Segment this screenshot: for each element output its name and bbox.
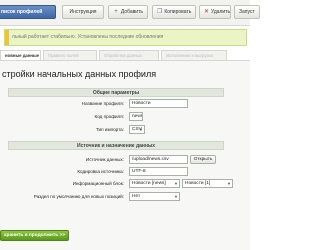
section-source-header: Источник и назначение данных: [8, 141, 224, 150]
tab-main-data[interactable]: новные данные: [0, 50, 41, 60]
infoblock-type-select[interactable]: Новости [news] ▼: [129, 179, 180, 188]
import-type-label: Тип импорта:: [95, 127, 124, 132]
import-type-select[interactable]: CSV ▼: [129, 125, 145, 134]
profile-code-label: Код профиля:: [94, 114, 124, 119]
run-button[interactable]: Запуст: [234, 5, 260, 19]
chevron-down-icon: ▼: [174, 181, 178, 186]
copy-icon: ❐: [157, 9, 163, 15]
save-continue-button[interactable]: хранить и продолжить >>: [0, 230, 69, 241]
default-section-select[interactable]: Нет ▼: [129, 192, 180, 201]
add-button[interactable]: + Добавить: [108, 5, 148, 19]
main-content: стройки начальных данных профиля Общие п…: [0, 60, 250, 250]
instruction-button[interactable]: Инструкция: [62, 5, 104, 19]
status-notice: льный работает стабильно. Установлены по…: [4, 29, 247, 46]
source-label: Источник данных:: [85, 157, 124, 162]
copy-button[interactable]: ❐ Копировать: [152, 5, 196, 19]
section-general-header: Общие параметры: [8, 88, 224, 97]
tab-bar: новные данные Правило полей Обработка да…: [0, 50, 250, 60]
chevron-down-icon: ▼: [227, 181, 231, 186]
notice-text: льный работает стабильно. Установлены по…: [12, 34, 164, 40]
plus-icon: +: [114, 9, 118, 15]
profile-name-label: Название профиля:: [81, 101, 124, 106]
tab-export[interactable]: Исполнение и выгрузка: [161, 50, 227, 60]
infoblock-select[interactable]: Новости [1] ▼: [182, 179, 233, 188]
toolbar: писок профилей Инструкция + Добавить ❐ К…: [0, 0, 260, 26]
profile-name-input[interactable]: Новости: [129, 99, 188, 108]
chevron-down-icon: ▼: [139, 127, 143, 132]
tab-field-rules[interactable]: Правило полей: [43, 50, 97, 60]
encoding-input[interactable]: UTF-8: [129, 167, 188, 176]
encoding-label: Кодировка источника:: [77, 169, 124, 174]
chevron-down-icon: ▼: [174, 194, 178, 199]
close-icon: ✕: [204, 9, 210, 15]
page-title: стройки начальных данных профиля: [2, 69, 157, 79]
notice-marker: [5, 30, 9, 45]
source-input[interactable]: /upload/news.csv: [129, 155, 188, 164]
profile-code-input[interactable]: news: [129, 112, 143, 121]
default-section-label: Раздел по умолчанию для новых позиций:: [33, 194, 124, 199]
infoblock-label: Информационный блок:: [72, 181, 124, 186]
open-button[interactable]: Открыть: [190, 155, 216, 164]
profiles-list-button[interactable]: писок профилей: [0, 5, 56, 19]
delete-button[interactable]: ✕ Удалить: [199, 5, 231, 19]
tab-data-processing[interactable]: Обработка данных: [99, 50, 159, 60]
